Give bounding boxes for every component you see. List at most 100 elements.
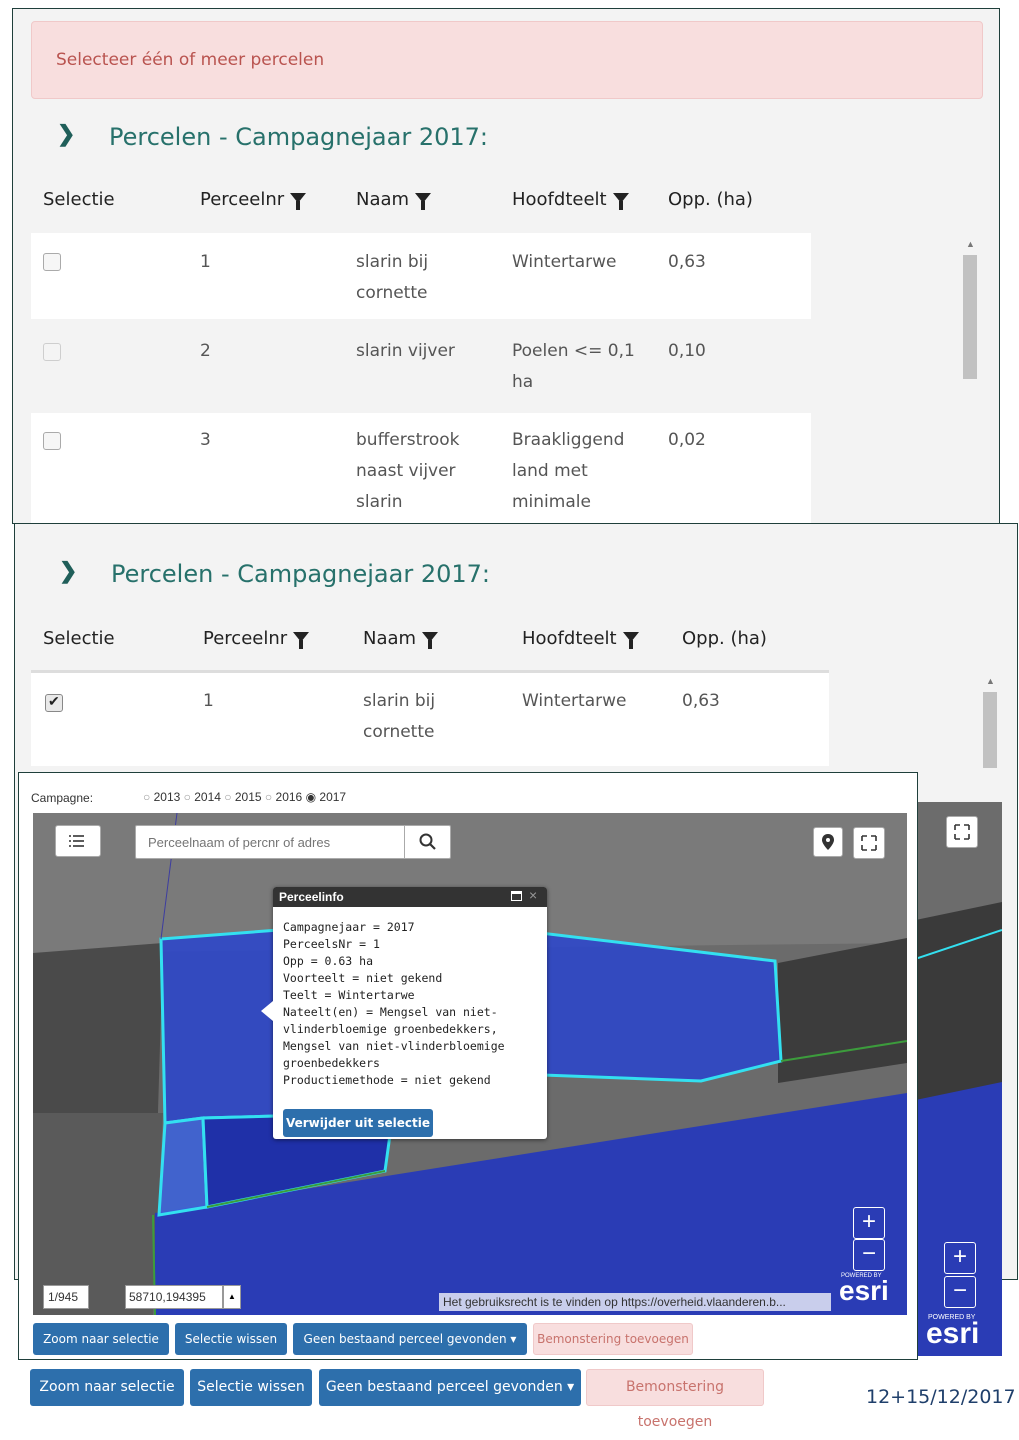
row-checkbox[interactable] bbox=[43, 253, 61, 271]
remove-from-selection-button[interactable]: Verwijder uit selectie bbox=[283, 1109, 433, 1137]
scroll-thumb[interactable] bbox=[983, 692, 997, 768]
popup-line: PerceelsNr = 1 bbox=[283, 937, 380, 951]
col-header-perceelnr[interactable]: Perceelnr bbox=[203, 628, 310, 649]
scroll-up-icon[interactable]: ▲ bbox=[986, 676, 995, 686]
col-header-perceelnr[interactable]: Perceelnr bbox=[200, 189, 307, 210]
fullscreen-icon[interactable] bbox=[946, 816, 978, 848]
footer-date: 12+15/12/2017 bbox=[866, 1386, 1016, 1408]
radio-2017[interactable]: ◉ 2017 bbox=[306, 790, 347, 804]
col-header-opp: Opp. (ha) bbox=[668, 189, 753, 210]
top-panel: Selecteer één of meer percelen ❯ Percele… bbox=[12, 8, 1000, 524]
popup-line: Voorteelt = niet gekend bbox=[283, 971, 443, 985]
popup-line: Nateelt(en) = Mengsel van niet- bbox=[283, 1005, 498, 1019]
col-header-opp: Opp. (ha) bbox=[682, 628, 767, 649]
popup-pointer bbox=[261, 1001, 273, 1021]
scrollbar[interactable]: ▲ bbox=[981, 672, 999, 768]
cell-nr: 3 bbox=[200, 430, 211, 450]
scroll-thumb[interactable] bbox=[963, 255, 977, 379]
row-checkbox bbox=[43, 343, 61, 361]
col-header-hoofdteelt[interactable]: Hoofdteelt bbox=[522, 628, 639, 649]
search-button[interactable] bbox=[404, 825, 450, 859]
coordinate-readout: 58710,194395 bbox=[125, 1285, 223, 1309]
esri-logo: esri bbox=[839, 1275, 889, 1306]
filter-icon bbox=[612, 193, 629, 210]
no-parcel-found-dropdown[interactable]: Geen bestaand perceel gevonden ▾ bbox=[293, 1323, 527, 1355]
popup-header: Perceelinfo × bbox=[273, 887, 547, 907]
radio-2013[interactable]: ○ 2013 bbox=[143, 790, 180, 804]
campagne-label: Campagne: bbox=[31, 791, 94, 805]
no-parcel-found-dropdown[interactable]: Geen bestaand perceel gevonden ▾ bbox=[319, 1369, 581, 1406]
popup-line: Productiemethode = niet gekend bbox=[283, 1073, 491, 1087]
col-header-selectie: Selectie bbox=[43, 628, 115, 649]
col-header-naam[interactable]: Naam bbox=[356, 189, 432, 210]
background-map[interactable]: + − POWERED BY esri bbox=[906, 802, 1002, 1356]
coordinate-toggle-button[interactable]: ▲ bbox=[223, 1285, 241, 1309]
map-panel: Campagne: ○ 2013 ○ 2014 ○ 2015 ○ 2016 ◉ … bbox=[18, 772, 918, 1360]
section-title: Percelen - Campagnejaar 2017: bbox=[111, 560, 490, 588]
clear-selection-button[interactable]: Selectie wissen bbox=[190, 1369, 312, 1406]
popup-title: Perceelinfo bbox=[279, 890, 344, 904]
clear-selection-button[interactable]: Selectie wissen bbox=[175, 1323, 287, 1355]
popup-line: Mengsel van niet-vlinderbloemige bbox=[283, 1039, 505, 1053]
cell-teelt: Poelen <= 0,1 ha bbox=[512, 341, 635, 392]
close-icon[interactable]: × bbox=[529, 887, 537, 903]
attribution-text: Het gebruiksrecht is te vinden op https:… bbox=[439, 1293, 831, 1311]
zoom-in-button[interactable]: + bbox=[944, 1242, 976, 1274]
cell-teelt: Braakliggend land met minimale bbox=[512, 430, 625, 512]
search-bar bbox=[135, 825, 451, 859]
add-sampling-button[interactable]: Bemonstering toevoegen bbox=[533, 1323, 693, 1355]
fullscreen-icon[interactable] bbox=[853, 827, 885, 859]
caret-down-icon: ▾ bbox=[567, 1379, 575, 1395]
scrollbar[interactable]: ▲ bbox=[961, 235, 979, 523]
zoom-to-selection-button[interactable]: Zoom naar selectie bbox=[33, 1323, 169, 1355]
filter-icon bbox=[293, 632, 310, 649]
cell-opp: 0,10 bbox=[668, 341, 706, 361]
cell-teelt: Wintertarwe bbox=[522, 691, 627, 711]
cell-naam: slarin bij cornette bbox=[363, 691, 436, 742]
popup-line: vlinderbloemige groenbedekkers, bbox=[283, 1022, 498, 1036]
search-input[interactable] bbox=[136, 826, 404, 858]
cell-teelt: Wintertarwe bbox=[512, 252, 617, 272]
perceelinfo-popup: Perceelinfo × Campagnejaar = 2017 Percee… bbox=[273, 887, 547, 1139]
filter-icon bbox=[290, 193, 307, 210]
zoom-to-selection-button[interactable]: Zoom naar selectie bbox=[30, 1369, 184, 1406]
row-checkbox[interactable] bbox=[45, 693, 63, 712]
chevron-down-icon[interactable]: ❯ bbox=[57, 121, 75, 147]
cell-nr: 1 bbox=[203, 691, 214, 711]
list-icon[interactable] bbox=[55, 825, 101, 857]
cell-nr: 2 bbox=[200, 341, 211, 361]
row-checkbox[interactable] bbox=[43, 432, 61, 450]
radio-2014[interactable]: ○ 2014 bbox=[184, 790, 221, 804]
filter-icon bbox=[415, 193, 432, 210]
cell-opp: 0,63 bbox=[668, 252, 706, 272]
radio-2015[interactable]: ○ 2015 bbox=[224, 790, 261, 804]
popup-line: Campagnejaar = 2017 bbox=[283, 920, 415, 934]
add-sampling-button[interactable]: Bemonstering toevoegen bbox=[586, 1369, 764, 1430]
cell-nr: 1 bbox=[200, 252, 211, 272]
zoom-out-button[interactable]: − bbox=[853, 1239, 885, 1271]
location-pin-icon[interactable] bbox=[813, 827, 843, 857]
cell-naam: bufferstrook naast vijver slarin bbox=[356, 430, 460, 512]
zoom-out-button[interactable]: − bbox=[944, 1276, 976, 1308]
cell-opp: 0,02 bbox=[668, 430, 706, 450]
esri-logo: esri bbox=[926, 1317, 980, 1350]
caret-down-icon: ▾ bbox=[510, 1332, 517, 1346]
cell-naam: slarin bij cornette bbox=[356, 252, 429, 303]
map-view[interactable]: Perceelinfo × Campagnejaar = 2017 Percee… bbox=[33, 813, 907, 1315]
radio-2016[interactable]: ○ 2016 bbox=[265, 790, 302, 804]
scroll-up-icon[interactable]: ▲ bbox=[966, 239, 975, 249]
popup-line: groenbedekkers bbox=[283, 1056, 380, 1070]
popup-body: Campagnejaar = 2017 PerceelsNr = 1 Opp =… bbox=[283, 919, 539, 1089]
col-header-naam[interactable]: Naam bbox=[363, 628, 439, 649]
col-header-selectie: Selectie bbox=[43, 189, 115, 210]
zoom-in-button[interactable]: + bbox=[853, 1207, 885, 1239]
search-icon bbox=[419, 833, 436, 850]
campagne-radio-group: ○ 2013 ○ 2014 ○ 2015 ○ 2016 ◉ 2017 bbox=[143, 790, 346, 804]
maximize-icon[interactable] bbox=[511, 891, 522, 901]
filter-icon bbox=[422, 632, 439, 649]
col-header-hoofdteelt[interactable]: Hoofdteelt bbox=[512, 189, 629, 210]
chevron-down-icon[interactable]: ❯ bbox=[59, 558, 77, 584]
cell-opp: 0,63 bbox=[682, 691, 720, 711]
alert-message: Selecteer één of meer percelen bbox=[31, 21, 983, 99]
section-title: Percelen - Campagnejaar 2017: bbox=[109, 123, 488, 151]
